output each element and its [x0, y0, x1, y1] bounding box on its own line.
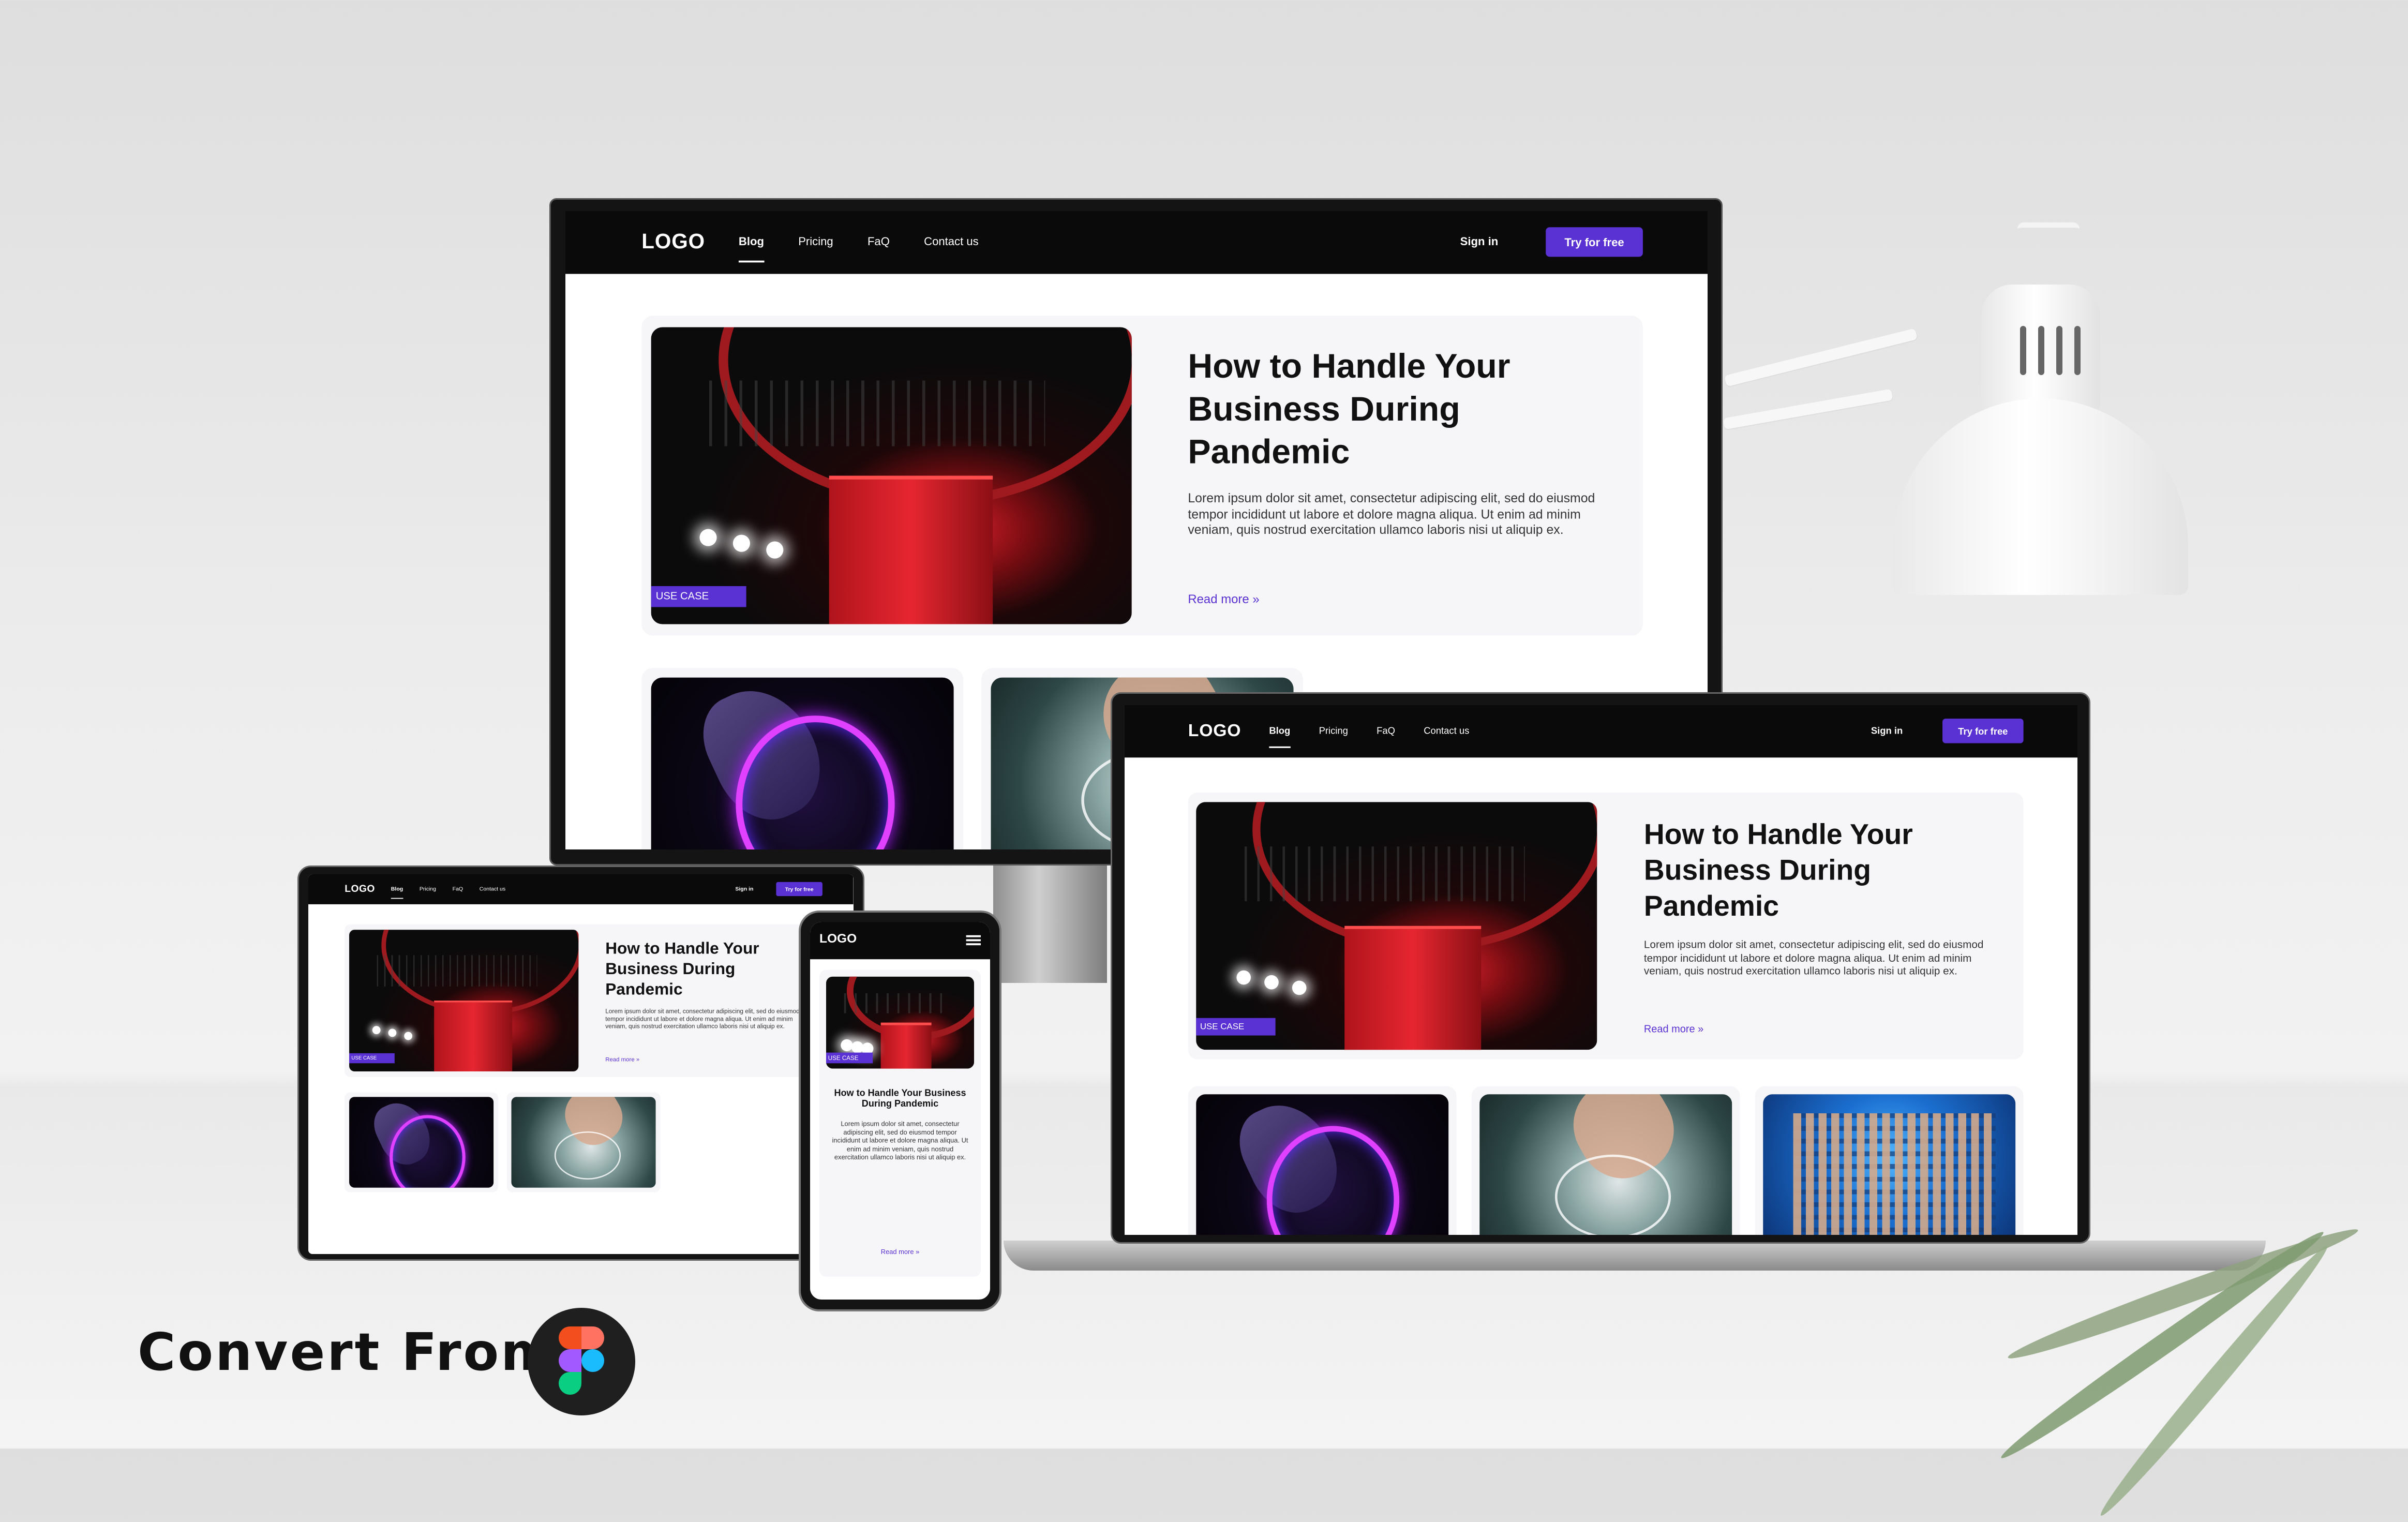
category-badge: USE CASE [1196, 1018, 1276, 1036]
featured-post-card[interactable]: USE CASE How to Handle Your Business Dur… [819, 969, 981, 1277]
read-more-link[interactable]: Read more » [819, 1249, 981, 1256]
laptop: LOGO Blog Pricing FaQ Contact us Sign in… [1111, 692, 2090, 1244]
try-for-free-button[interactable]: Try for free [1942, 719, 2024, 743]
neon-hand-photo [651, 677, 954, 849]
read-more-link[interactable]: Read more » [605, 1056, 639, 1063]
smartphone: LOGO USE CASE How to Handle Your Busines… [799, 911, 1001, 1311]
hamburger-menu-icon[interactable] [966, 935, 981, 946]
site-logo[interactable]: LOGO [819, 932, 857, 946]
nav-blog[interactable]: Blog [738, 235, 764, 263]
nav-contact[interactable]: Contact us [1424, 725, 1469, 736]
top-navbar: LOGO Blog Pricing FaQ Contact us Sign in… [1125, 705, 2077, 758]
post-title[interactable]: How to Handle Your Business During Pande… [1644, 816, 1978, 923]
mobile-navbar: LOGO [810, 922, 990, 960]
featured-post-image[interactable]: USE CASE [826, 976, 975, 1069]
lamp-arm [1724, 328, 1918, 387]
sign-in-link[interactable]: Sign in [735, 886, 753, 892]
convert-from-text: Convert From [138, 1322, 557, 1382]
nav-contact[interactable]: Contact us [480, 886, 505, 892]
arena-photo [651, 327, 1132, 624]
nav-blog[interactable]: Blog [1269, 725, 1290, 748]
featured-post-image[interactable]: USE CASE [349, 930, 579, 1072]
nav-faq[interactable]: FaQ [868, 235, 890, 248]
post-card[interactable] [641, 668, 964, 849]
phone-screen: LOGO USE CASE How to Handle Your Busines… [810, 922, 990, 1300]
category-badge: USE CASE [349, 1053, 395, 1064]
try-for-free-button[interactable]: Try for free [1546, 227, 1643, 257]
post-card[interactable] [1188, 1086, 1457, 1235]
nav-pricing[interactable]: Pricing [1319, 725, 1348, 736]
neon-hand-photo [349, 1097, 494, 1188]
nav-contact[interactable]: Contact us [924, 235, 979, 248]
featured-post-image[interactable]: USE CASE [1196, 802, 1597, 1050]
nav-faq[interactable]: FaQ [453, 886, 463, 892]
lamp-arm-lower [1723, 389, 1893, 430]
lamp-vent [2038, 326, 2044, 375]
post-card[interactable] [345, 1092, 499, 1192]
nav-pricing[interactable]: Pricing [798, 235, 833, 248]
sign-in-link[interactable]: Sign in [1460, 235, 1499, 248]
nav-links: Blog Pricing FaQ Contact us [1269, 725, 1498, 748]
lamp-shade [1893, 398, 2188, 595]
featured-post-card[interactable]: USE CASE How to Handle Your Business Dur… [345, 924, 822, 1077]
tech-touch-photo [511, 1097, 656, 1188]
featured-post-card[interactable]: USE CASE How to Handle Your Business Dur… [1188, 792, 2024, 1060]
post-card[interactable] [506, 1092, 661, 1192]
lamp-vent [2020, 326, 2026, 375]
nav-blog[interactable]: Blog [391, 886, 403, 899]
category-badge: USE CASE [651, 586, 746, 607]
site-logo[interactable]: LOGO [345, 883, 375, 895]
featured-post-image[interactable]: USE CASE [651, 327, 1132, 624]
featured-post-card[interactable]: USE CASE How to Handle Your Business Dur… [641, 316, 1643, 636]
arena-photo [1196, 802, 1597, 1050]
try-for-free-button[interactable]: Try for free [776, 882, 822, 897]
laptop-screen: LOGO Blog Pricing FaQ Contact us Sign in… [1125, 705, 2077, 1235]
lamp-cord [2017, 222, 2080, 235]
monitor-stand [993, 859, 1107, 983]
arena-photo [349, 930, 579, 1072]
site-logo[interactable]: LOGO [1188, 720, 1242, 741]
nav-pricing[interactable]: Pricing [420, 886, 436, 892]
post-excerpt: Lorem ipsum dolor sit amet, consectetur … [832, 1121, 968, 1161]
read-more-link[interactable]: Read more » [1188, 592, 1259, 606]
tech-touch-photo [1479, 1094, 1732, 1235]
lamp-vent [2074, 326, 2081, 375]
post-excerpt: Lorem ipsum dolor sit amet, consectetur … [1188, 490, 1595, 537]
top-navbar: LOGO Blog Pricing FaQ Contact us Sign in… [565, 211, 1708, 274]
top-navbar: LOGO Blog Pricing FaQ Contact us Sign in… [308, 874, 854, 904]
post-title[interactable]: How to Handle Your Business During Pande… [605, 938, 796, 999]
nav-links: Blog Pricing FaQ Contact us [738, 235, 1013, 263]
lamp-vent [2056, 326, 2062, 375]
nav-faq[interactable]: FaQ [1377, 725, 1395, 736]
post-excerpt: Lorem ipsum dolor sit amet, consectetur … [1643, 938, 1984, 977]
sign-in-link[interactable]: Sign in [1871, 725, 1903, 736]
read-more-link[interactable]: Read more » [1644, 1023, 1703, 1035]
site-logo[interactable]: LOGO [641, 229, 705, 254]
post-excerpt: Lorem ipsum dolor sit amet, consectetur … [605, 1008, 800, 1030]
post-title[interactable]: How to Handle Your Business During Pande… [1188, 345, 1588, 473]
neon-hand-photo [1196, 1094, 1449, 1235]
nav-links: Blog Pricing FaQ Contact us [391, 886, 522, 899]
tablet: LOGO Blog Pricing FaQ Contact us Sign in… [297, 866, 864, 1261]
category-badge: USE CASE [826, 1052, 873, 1064]
figma-logo-icon [528, 1308, 635, 1415]
tablet-screen: LOGO Blog Pricing FaQ Contact us Sign in… [308, 874, 854, 1254]
post-card[interactable] [1471, 1086, 1740, 1235]
post-title[interactable]: How to Handle Your Business During Pande… [826, 1087, 974, 1109]
plant-leaves [1935, 1195, 2408, 1522]
